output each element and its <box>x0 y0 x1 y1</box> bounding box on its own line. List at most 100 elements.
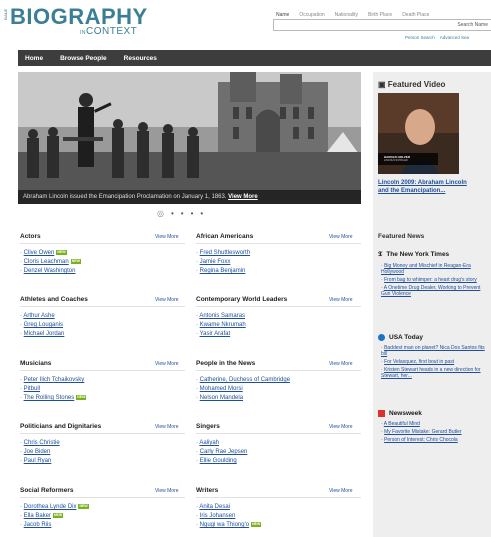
person-link[interactable]: Ngugi wa Thiong'o <box>200 522 249 528</box>
category-title: Writers <box>196 487 219 494</box>
category-divider <box>20 497 185 498</box>
slide-dot-2-icon[interactable]: • <box>171 209 174 218</box>
new-badge: NEW <box>56 250 67 255</box>
featured-video-link[interactable]: Lincoln 2009: Abraham Lincoln and the Em… <box>378 179 470 195</box>
person-link[interactable]: Mohamed Morsi <box>200 386 243 392</box>
right-sidebar: ▣ Featured Video HAROLD HOLZER LINCOLN S… <box>373 72 491 537</box>
view-more-link[interactable]: View More <box>329 297 353 303</box>
person-link[interactable]: Arthur Ashe <box>23 313 54 319</box>
usa-today-article-1[interactable]: Baddest man on planet? Nica Dos Santos f… <box>381 345 485 357</box>
view-more-link[interactable]: View More <box>329 424 353 430</box>
person-link[interactable]: Paul Ryan <box>24 458 52 464</box>
category-divider <box>196 433 361 434</box>
category-list: Catherine, Duchess of Cambridge Mohamed M… <box>196 376 290 403</box>
main-nav: Home Browse People Resources <box>18 50 491 66</box>
list-item: Catherine, Duchess of Cambridge <box>196 376 290 385</box>
view-more-link[interactable]: View More <box>155 424 179 430</box>
view-more-link[interactable]: View More <box>155 297 179 303</box>
person-link[interactable]: Fred Shuttlesworth <box>200 250 250 256</box>
person-search-link[interactable]: Person Search <box>405 35 435 40</box>
usa-today-title[interactable]: USA Today <box>389 334 423 341</box>
person-link[interactable]: Ella Baker <box>24 513 51 519</box>
nav-home[interactable]: Home <box>18 55 53 62</box>
list-item: Anita Desai <box>196 503 261 512</box>
person-link[interactable]: Cloris Leachman <box>24 259 69 265</box>
person-link[interactable]: Michael Jordan <box>24 331 65 337</box>
slide-dot-3-icon[interactable]: • <box>181 209 184 218</box>
search-tab-occupation[interactable]: Occupation <box>299 12 324 18</box>
person-link[interactable]: Greg Louganis <box>24 322 63 328</box>
video-lower-third-role: LINCOLN SCHOLAR <box>384 159 408 162</box>
list-item: Ellie Goulding <box>196 457 247 466</box>
nyt-title[interactable]: The New York Times <box>386 251 449 258</box>
newsweek-title[interactable]: Newsweek <box>389 410 422 417</box>
usa-today-article-2[interactable]: For Velasquez, first bout in past <box>384 359 454 365</box>
person-link[interactable]: Regina Benjamin <box>200 268 246 274</box>
person-link[interactable]: Pitbull <box>24 386 40 392</box>
newsweek-article-2[interactable]: My Favorite Mistake: Gerard Butler <box>384 429 462 435</box>
category-list: Antonis Samaras Kwame Nkrumah Yasir Arafat <box>196 312 246 339</box>
view-more-link[interactable]: View More <box>155 234 179 240</box>
search-tab-name[interactable]: Name <box>276 12 289 18</box>
view-more-link[interactable]: View More <box>329 488 353 494</box>
category-list: Clive OwenNEW Cloris LeachmanNEWDenzel Wa… <box>20 249 81 276</box>
hero-slideshow[interactable]: Abraham Lincoln issued the Emancipation … <box>18 72 361 204</box>
person-link[interactable]: Joe Biden <box>24 449 51 455</box>
advanced-search-link[interactable]: Advanced Sea <box>440 35 469 40</box>
person-link[interactable]: Ellie Goulding <box>200 458 237 464</box>
list-item: Jacob Riis <box>20 521 89 530</box>
person-link[interactable]: Yasir Arafat <box>200 331 231 337</box>
person-link[interactable]: Peter Ilich Tchaikovsky <box>24 377 85 383</box>
slide-dot-1-icon[interactable]: ◎ <box>157 209 164 218</box>
list-item: Carly Rae Jepsen <box>196 448 248 457</box>
newsweek-article-3[interactable]: Person of Interest: Chris Chocola <box>384 437 458 443</box>
person-link[interactable]: Dorothea Lynde Dix <box>24 504 77 510</box>
category-social-reformers: Social Reformers View More Dorothea Lynde … <box>20 487 185 537</box>
list-item: Regina Benjamin <box>196 267 250 276</box>
nav-resources[interactable]: Resources <box>117 55 167 62</box>
newsweek-article-1[interactable]: A Beautiful Mind <box>384 421 420 427</box>
hero-view-more-link[interactable]: View More <box>228 194 258 200</box>
category-actors: ActorsView MoreClive OwenNEWCloris Leach… <box>20 233 185 293</box>
view-more-link[interactable]: View More <box>155 361 179 367</box>
usa-today-article-3[interactable]: Kristen Stewart heads in a new direction… <box>381 367 481 379</box>
nyt-article-3[interactable]: A Onetime Drug Dealer, Working to Preven… <box>381 285 480 297</box>
person-link[interactable]: Anita Desai <box>199 504 230 510</box>
view-more-link[interactable]: View More <box>329 361 353 367</box>
list-item: Aaliyah <box>196 439 247 448</box>
person-link[interactable]: Antonis Samaras <box>199 313 245 319</box>
view-more-link[interactable]: View More <box>155 488 179 494</box>
person-link[interactable]: Jacob Riis <box>24 522 52 528</box>
list-item: Joe Biden <box>20 448 60 457</box>
search-input[interactable]: Search Name <box>273 19 491 31</box>
person-link[interactable]: Jamie Foxx <box>200 259 231 265</box>
list-item: Cloris LeachmanNEW <box>20 258 81 267</box>
person-link[interactable]: Iris Johansen <box>200 513 236 519</box>
list-item: The Rolling StonesNEW <box>20 394 87 403</box>
person-link[interactable]: Nelson Mandela <box>200 395 243 401</box>
view-more-link[interactable]: View More <box>329 234 353 240</box>
person-link[interactable]: Denzel Washington <box>24 268 76 274</box>
nyt-article-2[interactable]: From bag to whimper: a heart drug's stor… <box>384 277 477 283</box>
category-title: Contemporary World Leaders <box>196 296 288 303</box>
person-link[interactable]: Chris Christie <box>24 440 60 446</box>
person-link[interactable]: Carly Rae Jepsen <box>200 449 248 455</box>
search-tab-death-place[interactable]: Death Place <box>402 12 429 18</box>
search-tab-nationality[interactable]: Nationality <box>335 12 358 18</box>
slide-dot-5-icon[interactable]: • <box>200 209 203 218</box>
featured-news-title: Featured News <box>378 233 425 240</box>
person-link[interactable]: Clive Owen <box>24 250 55 256</box>
featured-video-player[interactable]: HAROLD HOLZER LINCOLN SCHOLAR <box>378 93 459 174</box>
nyt-article-1[interactable]: Big Money and Mischief in Reagan-Era Hol… <box>381 263 471 275</box>
person-link[interactable]: Catherine, Duchess of Cambridge <box>200 377 290 383</box>
search-tab-birth-place[interactable]: Birth Place <box>368 12 392 18</box>
person-link[interactable]: Kwame Nkrumah <box>200 322 246 328</box>
person-link[interactable]: Aaliyah <box>199 440 219 446</box>
person-link[interactable]: The Rolling Stones <box>24 395 75 401</box>
slide-dot-4-icon[interactable]: • <box>191 209 194 218</box>
nav-browse-people[interactable]: Browse People <box>53 55 117 62</box>
hero-illustration <box>18 72 361 204</box>
category-title: Social Reformers <box>20 487 74 494</box>
category-people-in-the-news: People in the News View More Catherine, Du… <box>196 360 361 420</box>
category-divider <box>20 243 185 244</box>
